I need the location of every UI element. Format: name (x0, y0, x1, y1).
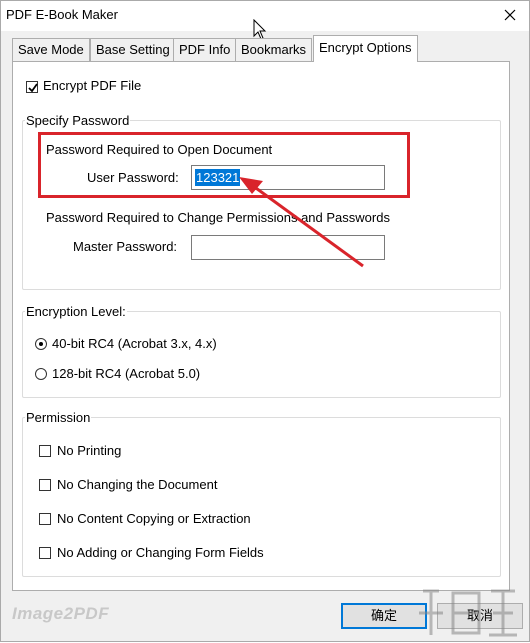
no-changing-label: No Changing the Document (57, 477, 218, 492)
radio-128bit-label: 128-bit RC4 (Acrobat 5.0) (52, 366, 201, 381)
ok-button-label: 确定 (370, 608, 397, 623)
tab-bookmarks[interactable]: Bookmarks (235, 38, 313, 61)
encrypt-pdf-label: Encrypt PDF File (43, 78, 142, 93)
annotation-highlight-box (38, 132, 410, 198)
tab-label: PDF Info (179, 42, 231, 57)
tab-label: Bookmarks (241, 42, 307, 57)
title-bar: PDF E-Book Maker (1, 1, 529, 40)
radio-40bit-label: 40-bit RC4 (Acrobat 3.x, 4.x) (52, 336, 217, 351)
encryption-level-heading: Encryption Level: (25, 304, 127, 319)
watermark-logo-icon (419, 589, 517, 637)
tab-base-setting[interactable]: Base Setting (90, 38, 176, 61)
brand-logo-text: Image2PDF (12, 604, 110, 623)
radio-128bit-rc4[interactable] (35, 368, 47, 380)
app-window: PDF E-Book Maker Save Mode Base Setting … (0, 0, 530, 642)
tab-label: Save Mode (18, 42, 84, 57)
radio-40bit-rc4[interactable] (35, 338, 47, 350)
tab-label: Base Setting (96, 42, 170, 57)
no-printing-checkbox[interactable] (39, 445, 51, 457)
no-copying-checkbox[interactable] (39, 513, 51, 525)
master-password-input[interactable] (191, 235, 385, 260)
no-copying-label: No Content Copying or Extraction (57, 511, 251, 526)
tab-encrypt-options[interactable]: Encrypt Options (313, 35, 418, 62)
master-password-label: Master Password: (73, 239, 178, 254)
no-printing-label: No Printing (57, 443, 122, 458)
tab-pdf-info[interactable]: PDF Info (173, 38, 237, 61)
close-icon[interactable] (499, 4, 521, 26)
permission-heading: Permission (25, 410, 92, 425)
permissions-password-heading: Password Required to Change Permissions … (46, 210, 390, 225)
specify-password-heading: Specify Password (25, 113, 131, 128)
tab-label: Encrypt Options (319, 40, 412, 55)
encrypt-pdf-checkbox[interactable] (26, 81, 38, 93)
no-changing-checkbox[interactable] (39, 479, 51, 491)
permission-group: Permission No Printing No Changing the D… (22, 410, 501, 577)
tab-save-mode[interactable]: Save Mode (12, 38, 90, 61)
no-form-fields-label: No Adding or Changing Form Fields (57, 545, 264, 560)
window-title: PDF E-Book Maker (6, 7, 118, 22)
no-form-fields-checkbox[interactable] (39, 547, 51, 559)
encryption-level-group: Encryption Level: 40-bit RC4 (Acrobat 3.… (22, 304, 501, 398)
